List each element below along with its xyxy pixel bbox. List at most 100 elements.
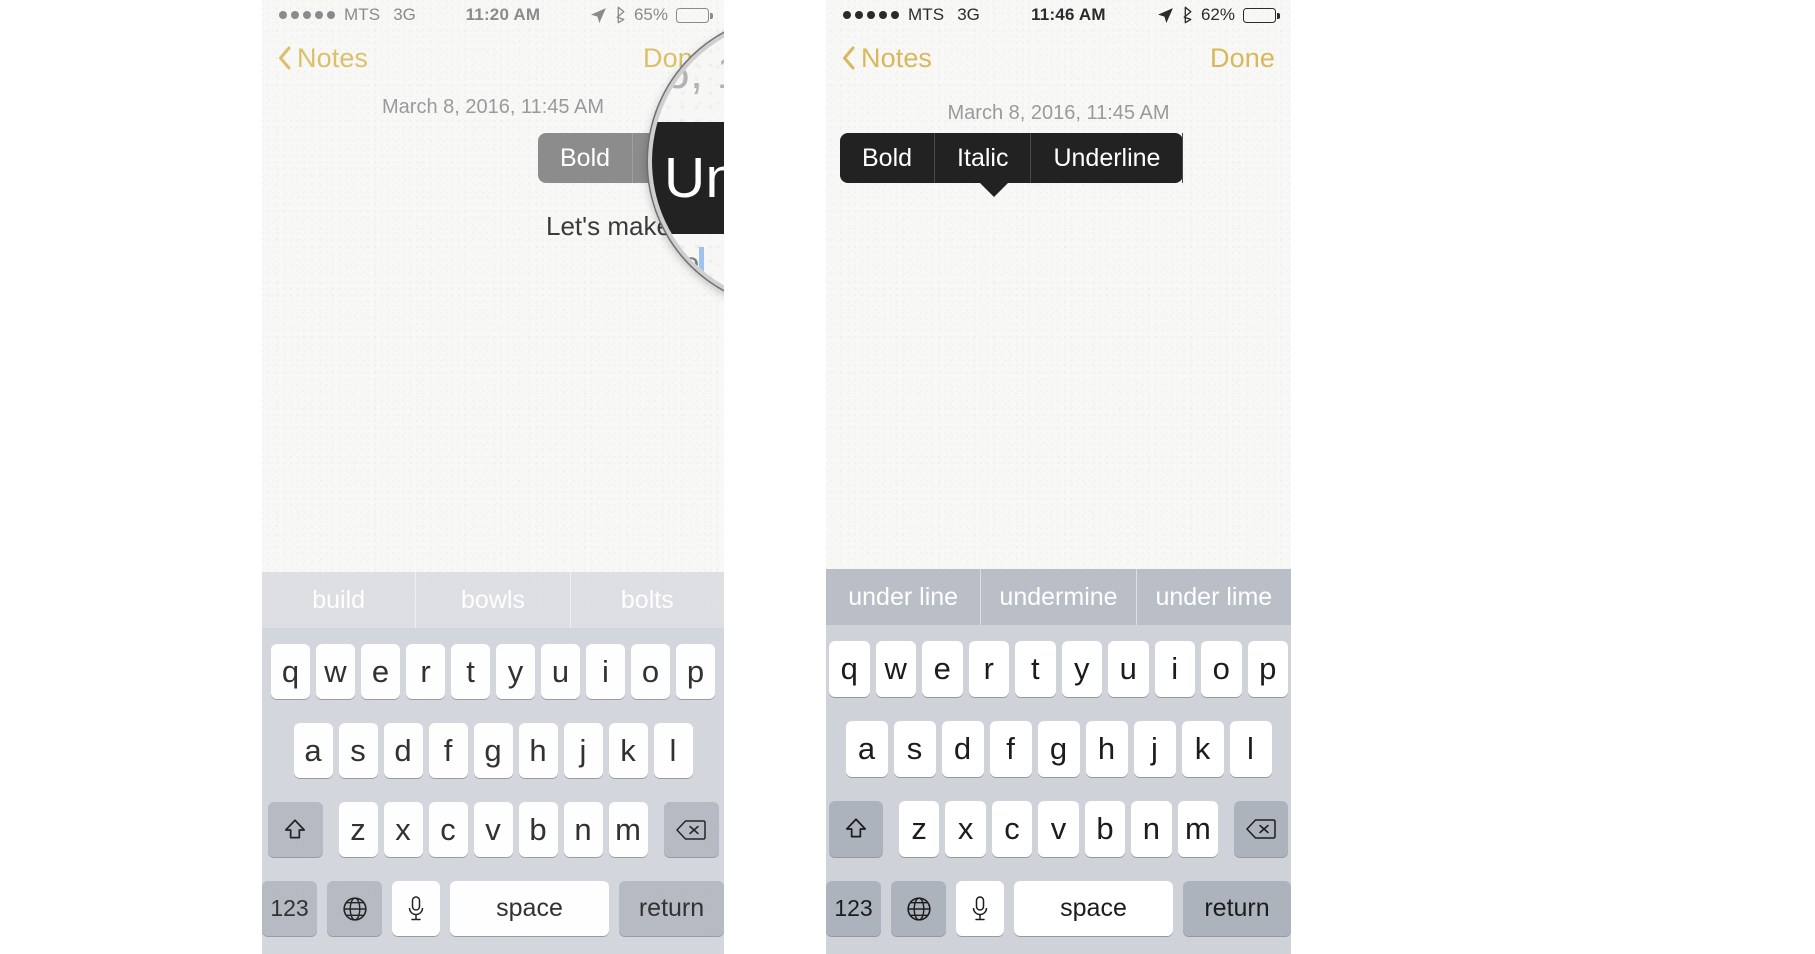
key-o[interactable]: o	[1201, 641, 1242, 697]
key-g[interactable]: g	[473, 723, 513, 778]
key-k[interactable]: k	[1181, 721, 1224, 777]
space-key[interactable]: space	[1014, 881, 1173, 936]
back-to-notes-button[interactable]: Notes	[842, 43, 932, 74]
right-nav-bar: Notes Done	[826, 30, 1291, 86]
key-c[interactable]: c	[991, 801, 1033, 857]
key-s[interactable]: s	[893, 721, 936, 777]
key-f[interactable]: f	[989, 721, 1032, 777]
right-keyboard-row-3: z x c v b n m	[826, 801, 1291, 857]
suggestion-2[interactable]: undermine	[980, 569, 1135, 625]
right-keyboard-row-2: a s d f g h j k l	[826, 721, 1291, 777]
suggestion-2[interactable]: bowls	[415, 572, 569, 628]
key-w[interactable]: w	[875, 641, 916, 697]
key-i[interactable]: i	[586, 644, 625, 699]
back-to-notes-button[interactable]: Notes	[278, 43, 368, 74]
key-l[interactable]: l	[1229, 721, 1272, 777]
left-phone-screen: MTS 3G 11:20 AM 65% Notes March 8, 2016,…	[262, 0, 724, 954]
key-a[interactable]: a	[293, 723, 333, 778]
note-timestamp: March 8, 2016, 11:45 AM	[947, 102, 1170, 124]
key-j[interactable]: j	[563, 723, 603, 778]
key-e[interactable]: e	[361, 644, 400, 699]
key-v[interactable]: v	[473, 802, 513, 857]
key-a[interactable]: a	[845, 721, 888, 777]
key-q[interactable]: q	[829, 641, 870, 697]
globe-icon	[906, 896, 932, 922]
numbers-key[interactable]: 123	[826, 881, 881, 936]
space-key[interactable]: space	[450, 881, 609, 936]
key-y[interactable]: y	[1061, 641, 1102, 697]
left-keyboard-row-3: z x c v b n m	[262, 802, 724, 857]
key-h[interactable]: h	[1085, 721, 1128, 777]
globe-key[interactable]	[891, 881, 946, 936]
suggestion-1[interactable]: under line	[826, 569, 980, 625]
suggestion-1[interactable]: build	[262, 572, 415, 628]
magnifier-loupe: 16, 11:11 Underline make	[648, 15, 724, 308]
key-n[interactable]: n	[1131, 801, 1172, 857]
key-b[interactable]: b	[518, 802, 558, 857]
backspace-key[interactable]	[663, 802, 719, 857]
key-v[interactable]: v	[1038, 801, 1079, 857]
edit-menu-italic-button[interactable]: Italic	[935, 133, 1032, 183]
key-x[interactable]: x	[383, 802, 423, 857]
key-u[interactable]: u	[1108, 641, 1149, 697]
key-o[interactable]: o	[631, 644, 670, 699]
shift-key[interactable]	[267, 802, 323, 857]
key-k[interactable]: k	[608, 723, 648, 778]
dictation-key[interactable]	[392, 881, 440, 936]
suggestion-3[interactable]: under lime	[1135, 569, 1291, 625]
key-x[interactable]: x	[945, 801, 986, 857]
signal-strength-dots-icon	[843, 11, 899, 19]
magnifier-caret	[699, 247, 705, 281]
key-t[interactable]: t	[451, 644, 490, 699]
key-f[interactable]: f	[428, 723, 468, 778]
edit-menu-underline-button[interactable]: Underline	[1031, 133, 1184, 183]
chevron-left-icon	[842, 46, 855, 70]
key-u[interactable]: u	[541, 644, 580, 699]
key-d[interactable]: d	[383, 723, 423, 778]
magnifier-content: 16, 11:11 Underline make	[652, 19, 724, 304]
key-i[interactable]: i	[1154, 641, 1195, 697]
key-g[interactable]: g	[1037, 721, 1080, 777]
return-key[interactable]: return	[1183, 881, 1291, 936]
key-z[interactable]: z	[898, 801, 940, 857]
globe-key[interactable]	[327, 881, 382, 936]
edit-menu-bold-button[interactable]: Bold	[840, 133, 936, 183]
shift-key[interactable]	[828, 801, 883, 857]
key-t[interactable]: t	[1015, 641, 1056, 697]
key-p[interactable]: p	[676, 644, 715, 699]
numbers-key[interactable]: 123	[262, 881, 317, 936]
key-r[interactable]: r	[406, 644, 445, 699]
right-keyboard-row-4: 123 space return	[826, 881, 1291, 936]
key-l[interactable]: l	[653, 723, 693, 778]
key-m[interactable]: m	[608, 802, 648, 857]
backspace-key[interactable]	[1234, 801, 1289, 857]
microphone-icon	[970, 895, 990, 922]
left-keyboard-row-1: q w e r t y u i o p	[262, 644, 724, 699]
key-r[interactable]: r	[968, 641, 1009, 697]
key-p[interactable]: p	[1247, 641, 1288, 697]
bluetooth-icon	[1182, 6, 1193, 24]
key-q[interactable]: q	[271, 644, 310, 699]
key-n[interactable]: n	[563, 802, 603, 857]
key-c[interactable]: c	[428, 802, 468, 857]
key-d[interactable]: d	[941, 721, 984, 777]
suggestion-3[interactable]: bolts	[569, 572, 724, 628]
key-w[interactable]: w	[316, 644, 355, 699]
key-j[interactable]: j	[1133, 721, 1176, 777]
key-b[interactable]: b	[1084, 801, 1126, 857]
key-e[interactable]: e	[922, 641, 963, 697]
magnifier-edit-menu: Underline	[652, 122, 724, 234]
left-keyboard-row-2: a s d f g h j k l	[262, 723, 724, 778]
key-s[interactable]: s	[338, 723, 378, 778]
key-z[interactable]: z	[338, 802, 378, 857]
right-status-bar: MTS 3G 11:46 AM 62%	[826, 0, 1291, 30]
key-h[interactable]: h	[518, 723, 558, 778]
key-m[interactable]: m	[1177, 801, 1219, 857]
dictation-key[interactable]	[956, 881, 1004, 936]
location-arrow-icon	[1157, 7, 1174, 24]
edit-menu-bold-button[interactable]: Bold	[538, 133, 634, 183]
chevron-left-icon	[278, 46, 291, 70]
return-key[interactable]: return	[619, 881, 724, 936]
key-y[interactable]: y	[496, 644, 535, 699]
done-button[interactable]: Done	[1210, 43, 1275, 74]
